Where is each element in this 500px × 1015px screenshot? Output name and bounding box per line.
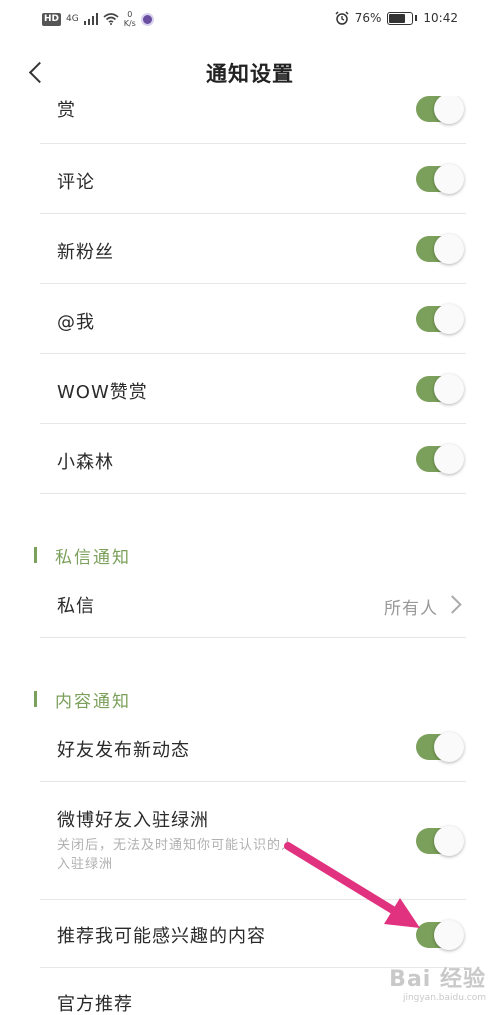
toggle-new-fans[interactable] (416, 234, 464, 264)
settings-row-comment: 评论 (40, 144, 466, 214)
section-title: 私信通知 (55, 547, 131, 568)
watermark-url: jingyan.baidu.com (402, 993, 486, 1003)
toggle-friend-posts[interactable] (416, 732, 464, 762)
toggle-forest[interactable] (416, 444, 464, 474)
toggle-knob (434, 96, 464, 124)
status-bar: HD 4G 0 K/s 76% 10:42 (0, 0, 500, 40)
battery-percent: 76% (354, 11, 382, 25)
toggle-knob (434, 920, 464, 950)
dm-permission-value: 所有人 (384, 599, 438, 619)
hd-badge: HD (42, 12, 62, 26)
toggle-knob (434, 304, 464, 334)
toggle-knob (434, 732, 464, 762)
settings-list[interactable]: 赏 评论 新粉丝 @我 WOW赞赏 小森林 私信通知 私信 所有人 内容通知 好… (0, 96, 500, 1015)
row-label: 评论 (57, 172, 95, 193)
row-label: 新粉丝 (57, 242, 114, 263)
section-accent-bar (34, 547, 37, 563)
toggle-mention[interactable] (416, 304, 464, 334)
app-notification-icon (140, 12, 154, 26)
signal-icon (83, 13, 98, 25)
row-label: 好友发布新动态 (57, 740, 190, 761)
section-accent-bar (34, 691, 37, 707)
net-speed-value: 0 (127, 10, 133, 19)
toggle-knob (434, 374, 464, 404)
battery-tip (415, 15, 418, 21)
clock: 10:42 (423, 11, 458, 25)
row-subtitle: 关闭后，无法及时通知你可能认识的人 入驻绿洲 (57, 836, 357, 874)
toggle-knob (434, 234, 464, 264)
toggle-knob (434, 444, 464, 474)
toggle-weibo-friends[interactable] (416, 826, 464, 856)
section-header-content: 内容通知 (34, 688, 131, 712)
settings-row-recommend: 推荐我可能感兴趣的内容 (40, 900, 466, 968)
row-subtitle-line: 入驻绿洲 (57, 857, 114, 872)
toggle-knob (434, 164, 464, 194)
settings-row-mention: @我 (40, 284, 466, 354)
section-title: 内容通知 (55, 691, 131, 712)
row-label: @我 (57, 312, 95, 333)
status-left: HD 4G 0 K/s (42, 10, 154, 28)
settings-row-dm[interactable]: 私信 所有人 (40, 570, 466, 638)
net-speed-unit: K/s (123, 19, 136, 28)
row-label: 推荐我可能感兴趣的内容 (57, 926, 266, 947)
settings-row-forest: 小森林 (40, 424, 466, 494)
settings-row-wow-reward: WOW赞赏 (40, 354, 466, 424)
wifi-icon (103, 13, 119, 25)
toggle-recommend[interactable] (416, 920, 464, 950)
toggle-reward[interactable] (416, 96, 464, 124)
alarm-icon (335, 11, 349, 25)
status-right: 76% 10:42 (335, 11, 458, 25)
watermark: Bai 经验 jingyan.baidu.com (389, 961, 486, 1003)
net-speed: 0 K/s (124, 10, 136, 28)
network-label: 4G (66, 14, 79, 24)
settings-row-new-fans: 新粉丝 (40, 214, 466, 284)
toggle-knob (434, 826, 464, 856)
page-title: 通知设置 (206, 62, 294, 86)
nav-bar: 通知设置 (0, 48, 500, 96)
settings-row-weibo-friends: 微博好友入驻绿洲 关闭后，无法及时通知你可能认识的人 入驻绿洲 (40, 782, 466, 900)
row-label: 私信 (57, 596, 95, 617)
row-label: WOW赞赏 (57, 382, 148, 403)
settings-row-friend-posts: 好友发布新动态 (40, 714, 466, 782)
toggle-wow-reward[interactable] (416, 374, 464, 404)
row-label: 小森林 (57, 452, 114, 473)
row-subtitle-line: 关闭后，无法及时通知你可能认识的人 (57, 838, 296, 853)
row-label: 赏 (57, 100, 76, 121)
battery-icon (387, 11, 414, 25)
section-header-dm: 私信通知 (34, 544, 131, 568)
watermark-logo: Bai 经验 (389, 967, 486, 992)
settings-row-reward: 赏 (40, 96, 466, 144)
toggle-comment[interactable] (416, 164, 464, 194)
row-label: 微博好友入驻绿洲 (57, 810, 209, 831)
row-label: 官方推荐 (57, 994, 133, 1015)
chevron-right-icon (443, 595, 462, 614)
